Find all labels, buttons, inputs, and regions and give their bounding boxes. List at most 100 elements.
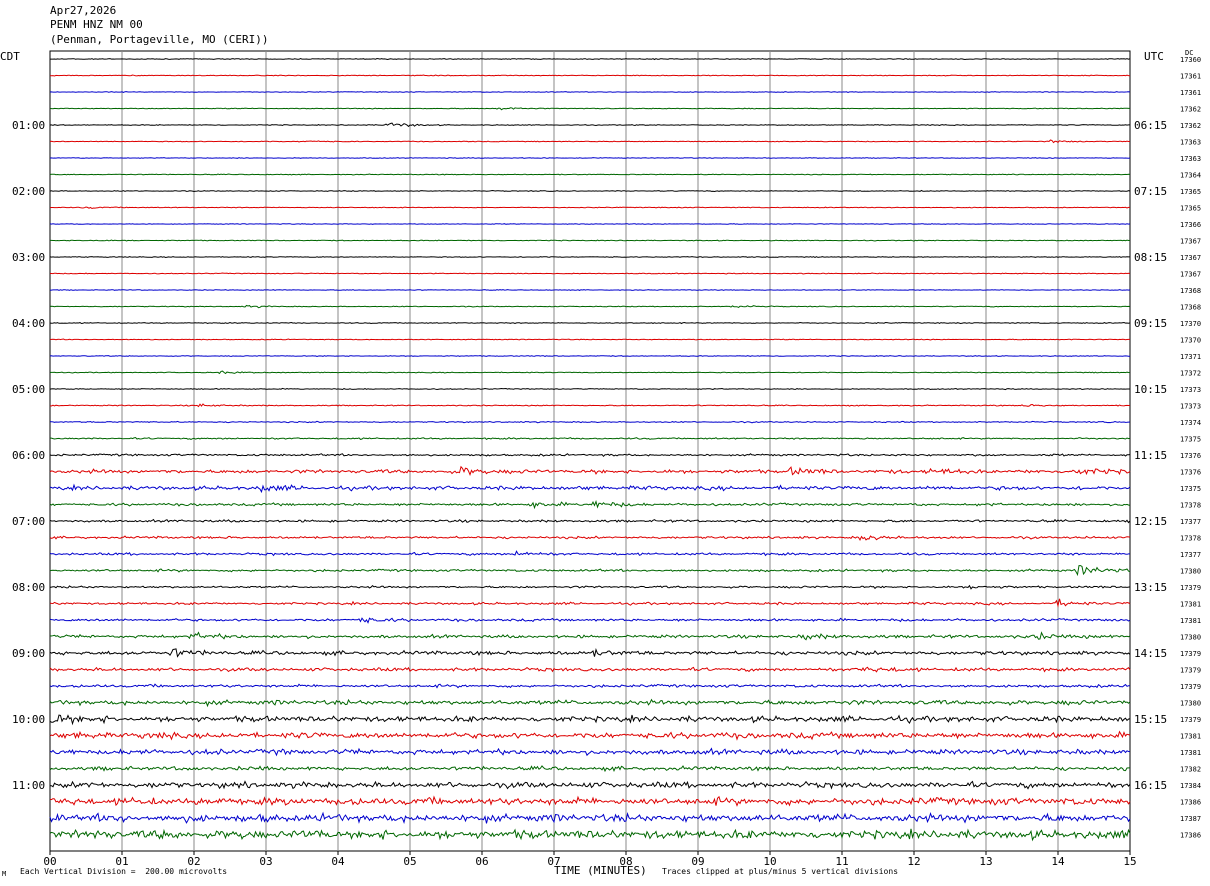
trace-46	[49, 811, 1131, 824]
utc-hour-label: 12:15	[1134, 515, 1167, 528]
header-station: PENM HNZ NM 00	[50, 18, 143, 31]
dc-offset-label: 17374	[1180, 419, 1201, 427]
trace-13	[50, 272, 1131, 275]
dc-offset-label: 17386	[1180, 799, 1201, 807]
cdt-hour-label: 06:00	[12, 449, 45, 462]
left-timezone-label: CDT	[0, 50, 20, 63]
dc-offset-label: 17379	[1180, 683, 1201, 691]
trace-47	[49, 828, 1131, 842]
utc-hour-label: 09:15	[1134, 317, 1167, 330]
cdt-hour-label: 10:00	[12, 713, 45, 726]
dc-offset-label: 17376	[1180, 469, 1201, 477]
right-timezone-label: UTC	[1144, 50, 1164, 63]
trace-18	[49, 355, 1130, 358]
dc-offset-label: 17382	[1180, 766, 1201, 774]
trace-3	[49, 107, 1130, 111]
cdt-hour-label: 07:00	[12, 515, 45, 528]
utc-hour-label: 07:15	[1134, 185, 1167, 198]
scale-note: Each Vertical Division = 200.00 microvol…	[20, 867, 228, 876]
trace-6	[49, 157, 1131, 159]
header-date: Apr27,2026	[50, 4, 117, 17]
utc-hour-label: 13:15	[1134, 581, 1167, 594]
trace-28	[49, 518, 1131, 524]
dc-offset-label: 17381	[1180, 749, 1201, 757]
trace-39	[49, 698, 1131, 708]
dc-offset-label: 17363	[1180, 139, 1201, 147]
trace-1	[49, 74, 1131, 77]
trace-43	[49, 765, 1130, 773]
x-tick-label: 04	[331, 855, 345, 868]
trace-38	[49, 683, 1131, 689]
x-axis-label: TIME (MINUTES)	[554, 864, 647, 877]
dc-offset-label: 17362	[1180, 106, 1201, 114]
trace-12	[49, 256, 1130, 259]
trace-8	[49, 189, 1131, 193]
trace-23	[50, 436, 1131, 441]
trace-2	[49, 91, 1131, 94]
dc-label: DC	[1185, 49, 1194, 57]
trace-15	[49, 304, 1131, 309]
x-tick-label: 12	[907, 855, 920, 868]
cdt-hour-label: 04:00	[12, 317, 45, 330]
utc-hour-label: 08:15	[1134, 251, 1167, 264]
cdt-hour-label: 08:00	[12, 581, 45, 594]
x-tick-label: 13	[979, 855, 992, 868]
x-tick-label: 15	[1123, 855, 1136, 868]
plot-frame	[49, 50, 1131, 852]
dc-offset-label: 17366	[1180, 221, 1201, 229]
dc-offset-labels: 17360 17361 17361 17362 17362 17363 17363 17364…	[1180, 56, 1201, 840]
header-location: (Penman, Portageville, MO (CERI))	[50, 33, 269, 46]
trace-45	[49, 795, 1131, 807]
trace-35	[49, 631, 1131, 641]
cdt-hour-labels: 01:00 02:00 03:00 04:00 05:00 06:00 07:00 08:00…	[12, 119, 45, 792]
dc-offset-label: 17378	[1180, 535, 1201, 543]
dc-offset-label: 17368	[1180, 287, 1201, 295]
dc-offset-label: 17365	[1180, 188, 1201, 196]
dc-offset-label: 17379	[1180, 650, 1201, 658]
utc-hour-label: 14:15	[1134, 647, 1167, 660]
dc-offset-label: 17375	[1180, 485, 1201, 493]
trace-34	[49, 617, 1131, 624]
cdt-hour-label: 09:00	[12, 647, 45, 660]
trace-32	[49, 584, 1131, 590]
trace-42	[49, 747, 1131, 757]
dc-offset-label: 17381	[1180, 733, 1201, 741]
cdt-hour-label: 03:00	[12, 251, 45, 264]
dc-offset-label: 17367	[1180, 271, 1201, 279]
trace-21	[49, 403, 1131, 408]
trace-36	[49, 648, 1131, 658]
trace-16	[49, 321, 1131, 325]
trace-41	[49, 730, 1131, 741]
trace-30	[49, 550, 1130, 557]
trace-40	[49, 714, 1131, 726]
utc-hour-label: 15:15	[1134, 713, 1167, 726]
dc-offset-label: 17368	[1180, 304, 1201, 312]
seismic-traces	[49, 57, 1131, 842]
dc-offset-label: 17380	[1180, 700, 1201, 708]
dc-offset-label: 17361	[1180, 73, 1201, 81]
trace-14	[49, 289, 1131, 291]
trace-25	[49, 465, 1131, 476]
dc-offset-label: 17380	[1180, 568, 1201, 576]
minute-grid	[49, 50, 1131, 852]
trace-37	[49, 666, 1131, 673]
utc-hour-label: 11:15	[1134, 449, 1167, 462]
trace-17	[49, 338, 1130, 341]
trace-4	[49, 122, 1130, 128]
dc-offset-label: 17367	[1180, 254, 1201, 262]
trace-44	[49, 780, 1131, 790]
x-tick-label: 03	[259, 855, 272, 868]
dc-offset-label: 17370	[1180, 337, 1201, 345]
utc-hour-labels: 06:15 07:15 08:15 09:15 10:15 11:15 12:15 13:15…	[1134, 119, 1167, 792]
trace-5	[49, 139, 1131, 144]
dc-offset-label: 17373	[1180, 403, 1201, 411]
trace-26	[49, 483, 1131, 494]
dc-offset-label: 17379	[1180, 716, 1201, 724]
dc-offset-label: 17381	[1180, 601, 1201, 609]
utc-hour-label: 16:15	[1134, 779, 1167, 792]
dc-offset-label: 17365	[1180, 205, 1201, 213]
dc-offset-label: 17376	[1180, 452, 1201, 460]
dc-offset-label: 17361	[1180, 89, 1201, 97]
dc-offset-label: 17379	[1180, 584, 1201, 592]
trace-31	[49, 565, 1131, 577]
